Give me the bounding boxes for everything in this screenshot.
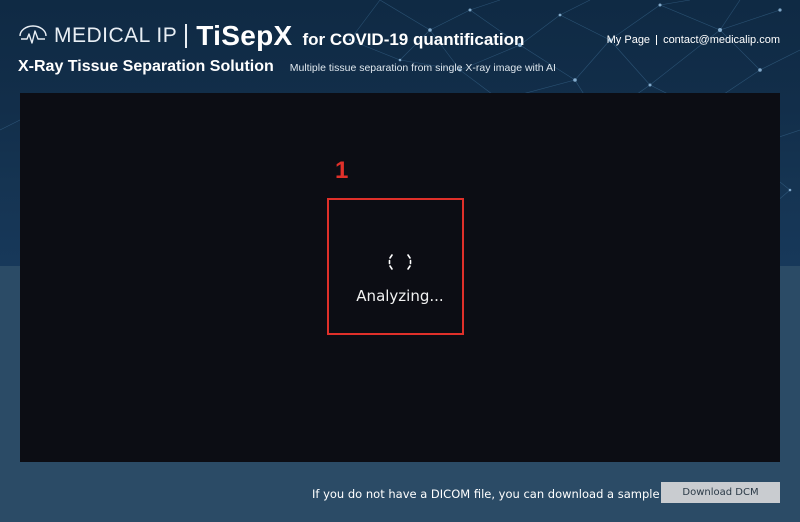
page-description: Multiple tissue separation from single X… <box>289 62 556 74</box>
subtitle-row: X-Ray Tissue Separation Solution Multipl… <box>18 58 556 76</box>
analysis-status: Analyzing... <box>356 287 444 305</box>
link-separator <box>656 35 658 45</box>
download-dcm-button[interactable]: Download DCM <box>661 482 780 503</box>
product-name: TiSepX <box>196 20 293 51</box>
page-subtitle: X-Ray Tissue Separation Solution <box>18 58 274 75</box>
loading-spinner-icon <box>388 254 412 270</box>
brand-logo[interactable]: MEDICAL IP TiSepX for COVID-19 quantific… <box>18 20 525 51</box>
contact-email-link[interactable]: contact@medicalip.com <box>663 34 780 46</box>
my-page-link[interactable]: My Page <box>607 34 650 46</box>
logo-divider <box>185 24 188 48</box>
medical-ip-logo-icon <box>19 25 47 44</box>
brand-name: MEDICAL IP <box>54 24 178 47</box>
sample-file-note: If you do not have a DICOM file, you can… <box>312 487 714 501</box>
top-links: My Page contact@medicalip.com <box>607 34 780 46</box>
annotation-number: 1 <box>335 157 349 184</box>
product-suffix: for COVID-19 quantification <box>302 30 525 49</box>
